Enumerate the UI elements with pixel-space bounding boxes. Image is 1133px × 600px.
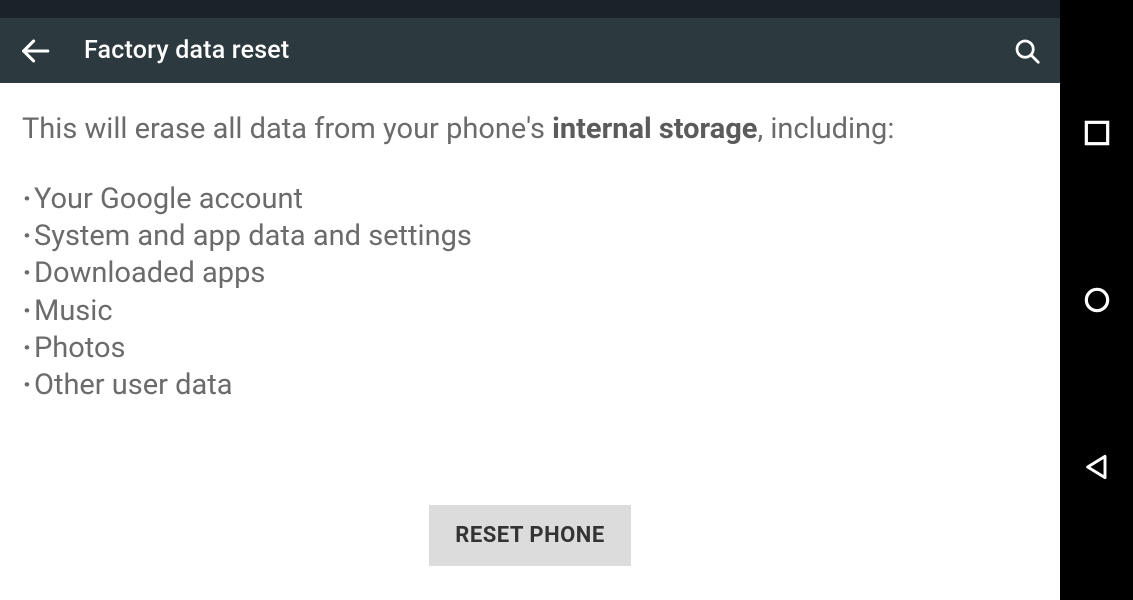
list-item: ·Other user data: [22, 367, 1038, 404]
intro-prefix: This will erase all data from your phone…: [22, 112, 552, 146]
button-row: RESET PHONE: [22, 505, 1038, 580]
list-item-label: Photos: [34, 330, 126, 367]
intro-bold: internal storage: [552, 112, 757, 146]
back-arrow-icon[interactable]: [18, 34, 52, 68]
list-item: ·Music: [22, 293, 1038, 330]
list-item: ·Photos: [22, 330, 1038, 367]
search-icon[interactable]: [1012, 36, 1042, 66]
status-bar: [0, 0, 1060, 18]
recent-apps-icon[interactable]: [1081, 117, 1113, 149]
list-item: ·Your Google account: [22, 181, 1038, 218]
intro-text: This will erase all data from your phone…: [22, 111, 1038, 147]
list-item-label: System and app data and settings: [34, 218, 472, 255]
home-icon[interactable]: [1081, 284, 1113, 316]
reset-phone-button[interactable]: RESET PHONE: [429, 505, 630, 566]
list-item-label: Downloaded apps: [34, 255, 265, 292]
list-item: ·System and app data and settings: [22, 218, 1038, 255]
list-item-label: Other user data: [34, 367, 233, 404]
list-item: ·Downloaded apps: [22, 255, 1038, 292]
erase-list: ·Your Google account ·System and app dat…: [22, 181, 1038, 404]
back-nav-icon[interactable]: [1081, 451, 1113, 483]
list-item-label: Music: [34, 293, 113, 330]
system-nav-bar: [1060, 0, 1133, 600]
content-area: This will erase all data from your phone…: [0, 83, 1060, 600]
app-bar: Factory data reset: [0, 18, 1060, 83]
page-title: Factory data reset: [84, 36, 980, 65]
screen-content: Factory data reset This will erase all d…: [0, 0, 1060, 600]
intro-suffix: , including:: [757, 112, 894, 146]
list-item-label: Your Google account: [34, 181, 303, 218]
